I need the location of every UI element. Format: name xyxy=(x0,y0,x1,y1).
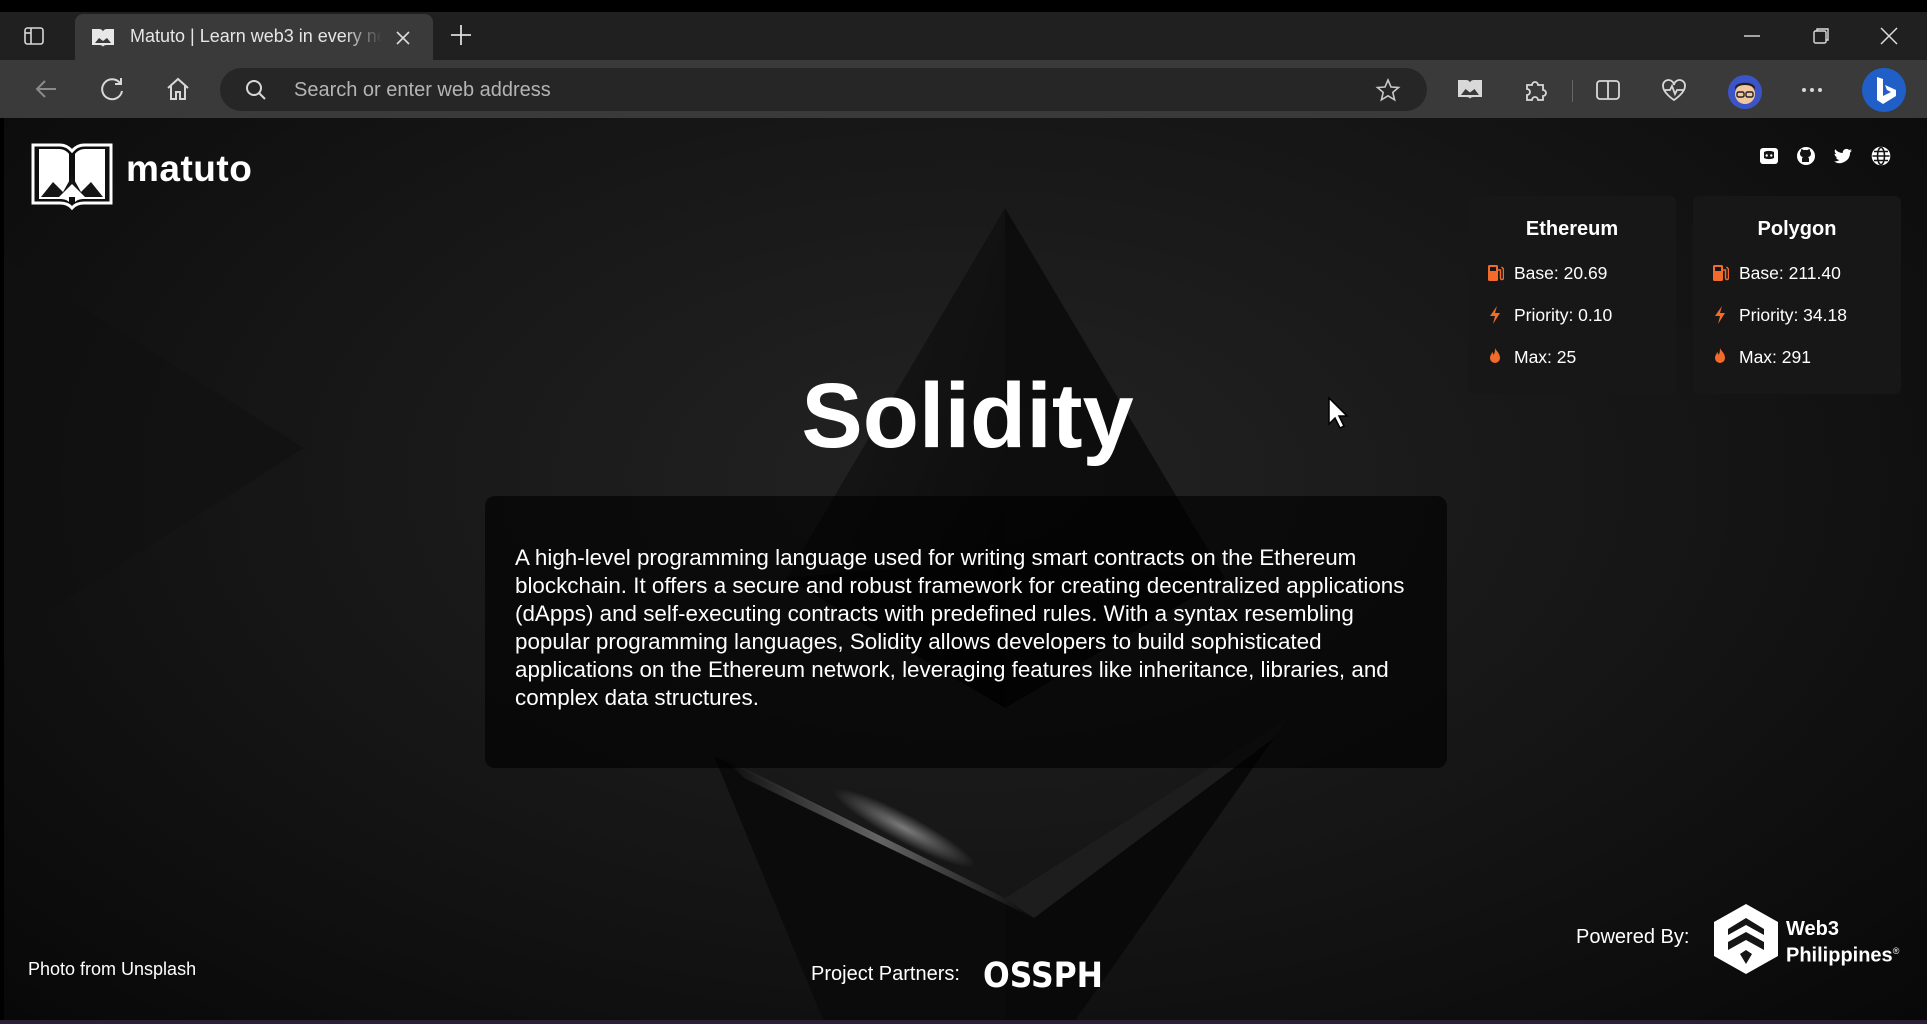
lightning-icon xyxy=(1711,305,1729,325)
avatar[interactable] xyxy=(1728,75,1762,109)
close-window-icon[interactable] xyxy=(1877,24,1901,48)
gas-base-value: Base: 20.69 xyxy=(1514,263,1608,283)
gas-priority-value: Priority: 34.18 xyxy=(1739,305,1847,325)
home-icon[interactable] xyxy=(164,75,192,103)
window-frame xyxy=(0,0,1927,12)
tab-active[interactable]: Matuto | Learn web3 in every new tab xyxy=(75,14,433,60)
search-icon xyxy=(244,78,268,102)
photo-credit-link[interactable]: Photo from Unsplash xyxy=(28,959,196,980)
tab-title: Matuto | Learn web3 in every new tab xyxy=(130,26,382,46)
ossph-wordmark: OSSPH xyxy=(983,956,1103,995)
star-icon[interactable] xyxy=(1375,77,1401,103)
web3-philippines-logo[interactable] xyxy=(1710,902,1782,976)
restore-icon[interactable] xyxy=(1809,24,1833,48)
mouse-cursor-icon xyxy=(1327,396,1349,430)
book-icon xyxy=(91,27,115,47)
plus-icon[interactable] xyxy=(448,22,474,48)
new-tab-page: matuto Ethereum Base: 20.69 Priority: 0.… xyxy=(4,118,1927,1022)
page-title: Solidity xyxy=(801,365,1134,467)
address-input[interactable] xyxy=(292,74,1296,106)
partners-label: Project Partners: xyxy=(811,963,960,985)
gas-base-row: Base: 211.40 xyxy=(1711,261,1897,285)
web3-philippines-wordmark: Web3 Philippines® xyxy=(1786,918,1899,967)
flame-icon xyxy=(1711,347,1729,367)
gas-base-row: Base: 20.69 xyxy=(1486,261,1672,285)
close-icon[interactable] xyxy=(393,28,413,48)
split-screen-icon[interactable] xyxy=(1594,76,1622,104)
gas-network-name: Ethereum xyxy=(1525,218,1619,240)
lightning-icon xyxy=(1486,305,1504,325)
discord-icon[interactable] xyxy=(1758,145,1780,167)
fuel-pump-icon xyxy=(1486,263,1505,283)
gas-card-polygon: Polygon Base: 211.40 Priority: 34.18 Max… xyxy=(1693,196,1901,394)
address-bar[interactable] xyxy=(220,68,1427,111)
heart-pulse-icon[interactable] xyxy=(1660,76,1688,104)
fuel-pump-icon xyxy=(1711,263,1730,283)
philippines-line: Philippines xyxy=(1786,944,1893,967)
gas-max-row: Max: 291 xyxy=(1711,345,1897,369)
tab-bar: Matuto | Learn web3 in every new tab xyxy=(0,12,1927,60)
powered-by-label: Powered By: xyxy=(1576,926,1690,948)
description-card: A high-level programming language used f… xyxy=(485,496,1447,768)
bing-icon[interactable] xyxy=(1862,68,1906,112)
gas-priority-value: Priority: 0.10 xyxy=(1514,305,1613,325)
gas-card-ethereum: Ethereum Base: 20.69 Priority: 0.10 Max:… xyxy=(1468,196,1676,394)
gas-base-value: Base: 211.40 xyxy=(1739,263,1841,283)
puzzle-icon[interactable] xyxy=(1522,76,1550,104)
registered-mark: ® xyxy=(1892,946,1900,956)
browser-toolbar xyxy=(0,60,1927,118)
gas-max-value: Max: 291 xyxy=(1739,347,1811,367)
gas-max-row: Max: 25 xyxy=(1486,345,1672,369)
brand-name[interactable]: matuto xyxy=(126,148,252,198)
globe-icon[interactable] xyxy=(1870,145,1892,167)
more-icon[interactable] xyxy=(1798,76,1826,104)
toolbar-separator xyxy=(1572,80,1573,102)
twitter-icon[interactable] xyxy=(1832,145,1854,167)
matuto-logo[interactable] xyxy=(31,139,113,211)
gas-priority-row: Priority: 34.18 xyxy=(1711,303,1897,327)
web3-line: Web3 xyxy=(1786,918,1839,940)
back-arrow-icon[interactable] xyxy=(32,75,60,103)
window-bottom-edge xyxy=(0,1020,1927,1024)
tab-actions-icon[interactable] xyxy=(22,24,46,48)
gas-max-value: Max: 25 xyxy=(1514,347,1577,367)
gas-priority-row: Priority: 0.10 xyxy=(1486,303,1672,327)
description-text: A high-level programming language used f… xyxy=(515,545,1405,710)
ossph-logo[interactable]: OSSPH xyxy=(981,953,1105,996)
flame-icon xyxy=(1486,347,1504,367)
gas-network-name: Polygon xyxy=(1757,218,1837,240)
github-icon[interactable] xyxy=(1795,145,1817,167)
book-icon[interactable] xyxy=(1456,76,1484,104)
refresh-icon[interactable] xyxy=(98,75,126,103)
minimize-icon[interactable] xyxy=(1740,24,1764,48)
